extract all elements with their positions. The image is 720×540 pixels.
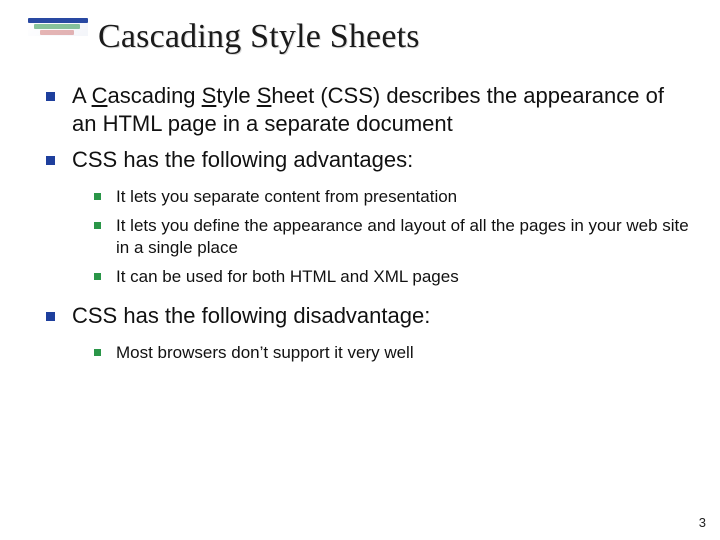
bullet-1-pre: A	[72, 83, 92, 108]
page-number: 3	[699, 515, 706, 530]
bullet-item-2: CSS has the following advantages: It let…	[72, 146, 692, 288]
bullet-item-3: CSS has the following disadvantage: Most…	[72, 302, 692, 365]
bullet-2-sub-3-text: It can be used for both HTML and XML pag…	[116, 267, 459, 286]
bullet-1-text: A Cascading Style Sheet (CSS) describes …	[72, 83, 664, 136]
bullet-2-sub-1-text: It lets you separate content from presen…	[116, 187, 457, 206]
bullet-2-sublist: It lets you separate content from presen…	[72, 186, 692, 288]
bullet-1-ascading: ascading	[107, 83, 201, 108]
bullet-1-S2: S	[257, 83, 272, 108]
bullet-3-text: CSS has the following disadvantage:	[72, 303, 430, 328]
bullet-1-S1: S	[202, 83, 217, 108]
bullet-2-text: CSS has the following advantages:	[72, 147, 413, 172]
bullet-3-sub-1-text: Most browsers don’t support it very well	[116, 343, 414, 362]
bullet-2-sub-2: It lets you define the appearance and la…	[116, 215, 692, 260]
bullet-2-sub-2-text: It lets you define the appearance and la…	[116, 216, 689, 257]
bullet-3-sub-1: Most browsers don’t support it very well	[116, 342, 692, 364]
bullet-3-sublist: Most browsers don’t support it very well	[72, 342, 692, 364]
title-ornament	[28, 18, 98, 60]
slide-title: Cascading Style Sheets	[98, 18, 692, 56]
bullet-list-level1: A Cascading Style Sheet (CSS) describes …	[28, 82, 692, 365]
bullet-item-1: A Cascading Style Sheet (CSS) describes …	[72, 82, 692, 138]
bullet-1-heet: heet	[271, 83, 314, 108]
bullet-2-sub-3: It can be used for both HTML and XML pag…	[116, 266, 692, 288]
bullet-1-C: C	[92, 83, 108, 108]
bullet-1-tyle: tyle	[216, 83, 256, 108]
slide: Cascading Style Sheets A Cascading Style…	[0, 0, 720, 540]
bullet-2-sub-1: It lets you separate content from presen…	[116, 186, 692, 208]
slide-content: A Cascading Style Sheet (CSS) describes …	[28, 82, 692, 365]
title-bar: Cascading Style Sheets	[28, 18, 692, 56]
